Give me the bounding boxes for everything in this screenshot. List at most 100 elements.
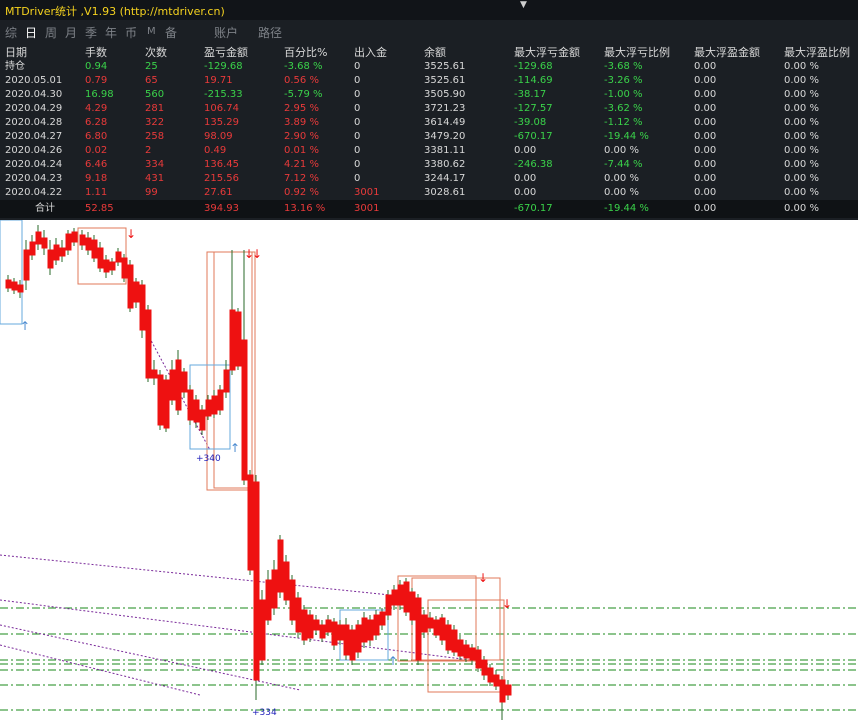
tab-1[interactable]: 日 <box>25 24 37 41</box>
column-header: 余额 <box>424 46 446 59</box>
sell-arrow: ↓ <box>502 597 512 611</box>
candle-body <box>65 233 72 251</box>
table-cell: 0.00 <box>694 103 717 114</box>
tab-0[interactable]: 综 <box>5 24 17 41</box>
table-row: 2020.04.24 6.46 334 136.45 4.21 % 0 3380.62 -24… <box>0 158 858 172</box>
table-cell: 0.00 <box>694 75 717 86</box>
buy-arrow: ↑ <box>20 319 30 333</box>
candle-body <box>415 597 422 661</box>
candle-body <box>23 249 30 281</box>
table-cell: -3.62 % <box>604 103 643 114</box>
table-row: 2020.04.22 1.11 99 27.61 0.92 % 3001 3028.61 0.… <box>0 186 858 200</box>
candle-body <box>325 619 332 633</box>
table-cell: 0.49 <box>204 145 227 156</box>
table-cell: -3.68 % <box>284 61 323 72</box>
tab-8[interactable]: 备 <box>165 24 177 41</box>
table-cell: 215.56 <box>204 173 239 184</box>
total-cell <box>140 200 199 218</box>
candle-body <box>403 581 410 613</box>
table-cell: 4.21 % <box>284 159 319 170</box>
tab-2[interactable]: 周 <box>45 24 57 41</box>
table-cell: 3001 <box>354 187 380 198</box>
tab-9[interactable]: 账户 <box>214 24 238 41</box>
collapse-icon[interactable]: ▼ <box>520 0 527 10</box>
table-cell: -246.38 <box>514 159 553 170</box>
sell-arrow: ↓ <box>252 247 262 261</box>
table-cell: 0.00 % <box>784 145 819 156</box>
total-cell: 0.00 % <box>779 200 858 218</box>
candle-body <box>211 395 218 415</box>
price-chart[interactable]: ↓↓↓↓↓↑↑↑+340+334 <box>0 220 858 720</box>
candle-body <box>41 237 48 249</box>
column-header: 次数 <box>145 46 167 59</box>
column-header: 最大浮亏金额 <box>514 46 580 59</box>
candle-body <box>241 339 248 481</box>
candle-body <box>29 241 36 256</box>
table-cell: -5.79 % <box>284 89 323 100</box>
total-cell <box>419 200 509 218</box>
table-cell: -1.00 % <box>604 89 643 100</box>
tab-5[interactable]: 年 <box>105 24 117 41</box>
table-cell: -129.68 <box>204 61 243 72</box>
candle-body <box>271 569 278 609</box>
table-cell: 0.00 <box>694 61 717 72</box>
column-header: 出入金 <box>354 46 387 59</box>
table-cell: 3505.90 <box>424 89 466 100</box>
table-cell: -7.44 % <box>604 159 643 170</box>
candle-body <box>115 251 122 263</box>
tab-10[interactable]: 路径 <box>258 24 282 41</box>
tab-6[interactable]: 币 <box>125 24 137 41</box>
total-cell: 合计 <box>0 200 80 218</box>
table-cell: 1.11 <box>85 187 108 198</box>
candle-body <box>433 619 440 636</box>
table-cell: 2020.04.26 <box>5 145 63 156</box>
column-header: 手数 <box>85 46 107 59</box>
table-cell: 2020.04.23 <box>5 173 63 184</box>
candle-body <box>199 409 206 431</box>
total-cell: 52.85 <box>80 200 140 218</box>
candle-body <box>313 619 320 631</box>
profit-label: +340 <box>196 454 221 464</box>
table-cell: 3614.49 <box>424 117 466 128</box>
candle-body <box>385 594 392 616</box>
table-cell: 0.00 <box>694 131 717 142</box>
table-cell: 0.00 <box>694 89 717 100</box>
table-row: 2020.05.01 0.79 65 19.71 0.56 % 0 3525.61 -114.… <box>0 74 858 88</box>
candle-body <box>247 474 254 571</box>
table-cell: 65 <box>145 75 158 86</box>
table-cell: -38.17 <box>514 89 547 100</box>
table-cell: 2 <box>145 145 152 156</box>
table-cell: 9.18 <box>85 173 108 184</box>
candle-body <box>409 591 416 621</box>
candle-body <box>265 579 272 621</box>
table-cell: 560 <box>145 89 165 100</box>
column-header: 百分比% <box>284 46 328 59</box>
table-cell: 0.94 <box>85 61 108 72</box>
table-cell: 0.00 % <box>784 131 819 142</box>
table-cell: 3525.61 <box>424 75 466 86</box>
tab-7[interactable]: M <box>147 26 156 37</box>
table-cell: -19.44 % <box>604 131 649 142</box>
candle-body <box>319 624 326 639</box>
table-cell: 0.79 <box>85 75 108 86</box>
table-cell: -129.68 <box>514 61 553 72</box>
table-row: 2020.04.23 9.18 431 215.56 7.12 % 0 3244.17 0.0… <box>0 172 858 186</box>
table-cell: 0 <box>354 117 361 128</box>
table-cell: 0 <box>354 145 361 156</box>
candle-body <box>217 389 224 411</box>
candle-body <box>349 629 356 661</box>
tab-3[interactable]: 月 <box>65 24 77 41</box>
candle-body <box>343 624 350 656</box>
tab-4[interactable]: 季 <box>85 24 97 41</box>
candle-body <box>493 674 500 687</box>
table-cell: 持仓 <box>5 61 25 72</box>
candle-body <box>145 309 152 379</box>
candle-body <box>475 649 482 669</box>
table-cell: 0.00 % <box>604 173 639 184</box>
total-cell: 0.00 <box>689 200 779 218</box>
total-cell: -19.44 % <box>599 200 689 218</box>
table-cell: -39.08 <box>514 117 547 128</box>
table-row: 2020.04.26 0.02 2 0.49 0.01 % 0 3381.11 0.00 0.0… <box>0 144 858 158</box>
candle-body <box>103 259 110 273</box>
app-title: MTDriver统计 ,V1.93 (http://mtdriver.cn) <box>5 5 225 18</box>
